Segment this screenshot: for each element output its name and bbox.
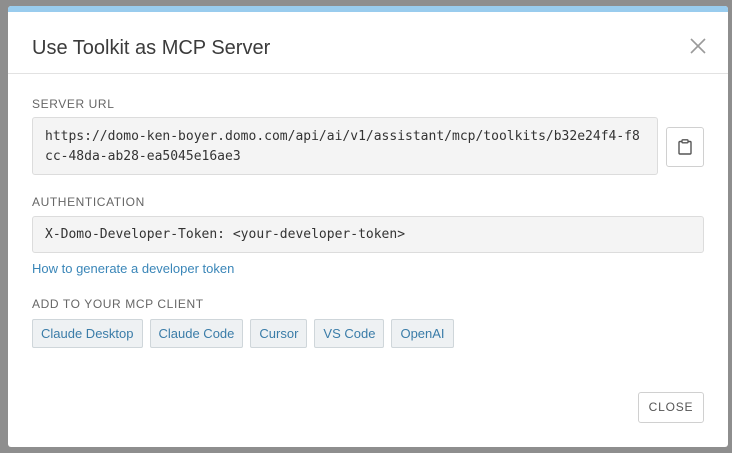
server-url-label: SERVER URL xyxy=(32,97,115,111)
close-button[interactable]: CLOSE xyxy=(638,392,704,423)
dialog-title: Use Toolkit as MCP Server xyxy=(32,37,271,59)
authentication-label: AUTHENTICATION xyxy=(32,195,145,209)
mcp-client-button-group: Claude Desktop Claude Code Cursor VS Cod… xyxy=(32,319,454,348)
clipboard-icon xyxy=(678,139,692,155)
close-icon[interactable] xyxy=(688,36,708,56)
client-button-openai[interactable]: OpenAI xyxy=(391,319,454,348)
client-button-claude-code[interactable]: Claude Code xyxy=(149,319,244,348)
copy-url-button[interactable] xyxy=(666,127,704,167)
authentication-field[interactable]: X-Domo-Developer-Token: <your-developer-… xyxy=(32,216,704,253)
mcp-client-label: ADD TO YOUR MCP CLIENT xyxy=(32,297,204,311)
client-button-claude-desktop[interactable]: Claude Desktop xyxy=(32,319,143,348)
dialog-header: Use Toolkit as MCP Server xyxy=(8,12,728,74)
developer-token-help-link[interactable]: How to generate a developer token xyxy=(32,261,234,277)
mcp-server-dialog: Use Toolkit as MCP Server SERVER URL htt… xyxy=(8,6,728,447)
client-button-cursor[interactable]: Cursor xyxy=(250,319,308,348)
client-button-vs-code[interactable]: VS Code xyxy=(314,319,385,348)
server-url-field[interactable]: https://domo-ken-boyer.domo.com/api/ai/v… xyxy=(32,117,658,175)
